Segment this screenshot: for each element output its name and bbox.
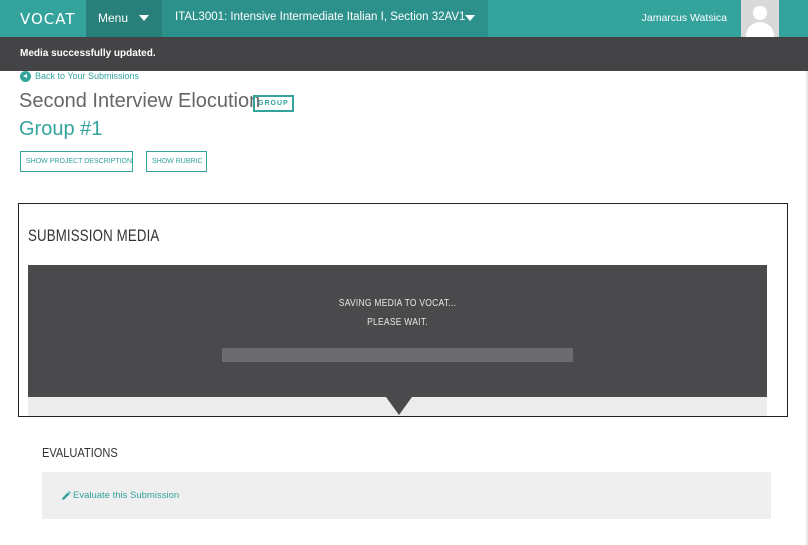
group-name: Group #1 (19, 118, 103, 140)
please-wait-text: PLEASE WAIT. (367, 317, 428, 328)
show-rubric-button[interactable]: Show Rubric (146, 151, 207, 172)
evaluations-panel: Evaluate this Submission (42, 472, 771, 519)
flash-message-bar: Media successfully updated. (0, 37, 808, 71)
back-link-label: Back to Your Submissions (35, 71, 140, 81)
evaluations-heading: EVALUATIONS (42, 445, 118, 460)
submission-media-heading: SUBMISSION MEDIA (28, 226, 160, 245)
evaluate-submission-label: Evaluate this Submission (73, 490, 180, 501)
media-pointer-arrow (386, 397, 412, 415)
course-selector[interactable]: ITAL3001: Intensive Intermediate Italian… (162, 0, 488, 37)
group-badge: GROUP (253, 95, 294, 112)
page-title: Second Interview Elocution (19, 90, 261, 112)
avatar-body-shape (746, 22, 774, 37)
show-project-description-button[interactable]: Show Project Description (20, 151, 133, 172)
saving-status-text: SAVING MEDIA TO VOCAT... (338, 298, 457, 309)
submission-media-card: SUBMISSION MEDIA SAVING MEDIA TO VOCAT..… (18, 203, 788, 417)
flash-message: Media successfully updated. (20, 48, 156, 59)
vocat-logo[interactable]: VOCAT (20, 10, 76, 28)
top-nav-bar: VOCAT Menu ITAL3001: Intensive Intermedi… (0, 0, 808, 37)
menu-button-label: Menu (98, 11, 129, 25)
media-player-area: SAVING MEDIA TO VOCAT... PLEASE WAIT. (28, 265, 767, 397)
chevron-down-icon (465, 15, 475, 21)
avatar[interactable] (741, 0, 779, 37)
course-selector-label: ITAL3001: Intensive Intermediate Italian… (175, 11, 466, 23)
upload-progress-bar (222, 348, 573, 362)
menu-button[interactable]: Menu (86, 0, 162, 37)
arrow-left-circle-icon (20, 71, 31, 82)
avatar-head-shape (753, 6, 767, 20)
user-name[interactable]: Jamarcus Watsica (642, 12, 727, 24)
pencil-icon (62, 491, 71, 500)
chevron-down-icon (139, 15, 149, 21)
